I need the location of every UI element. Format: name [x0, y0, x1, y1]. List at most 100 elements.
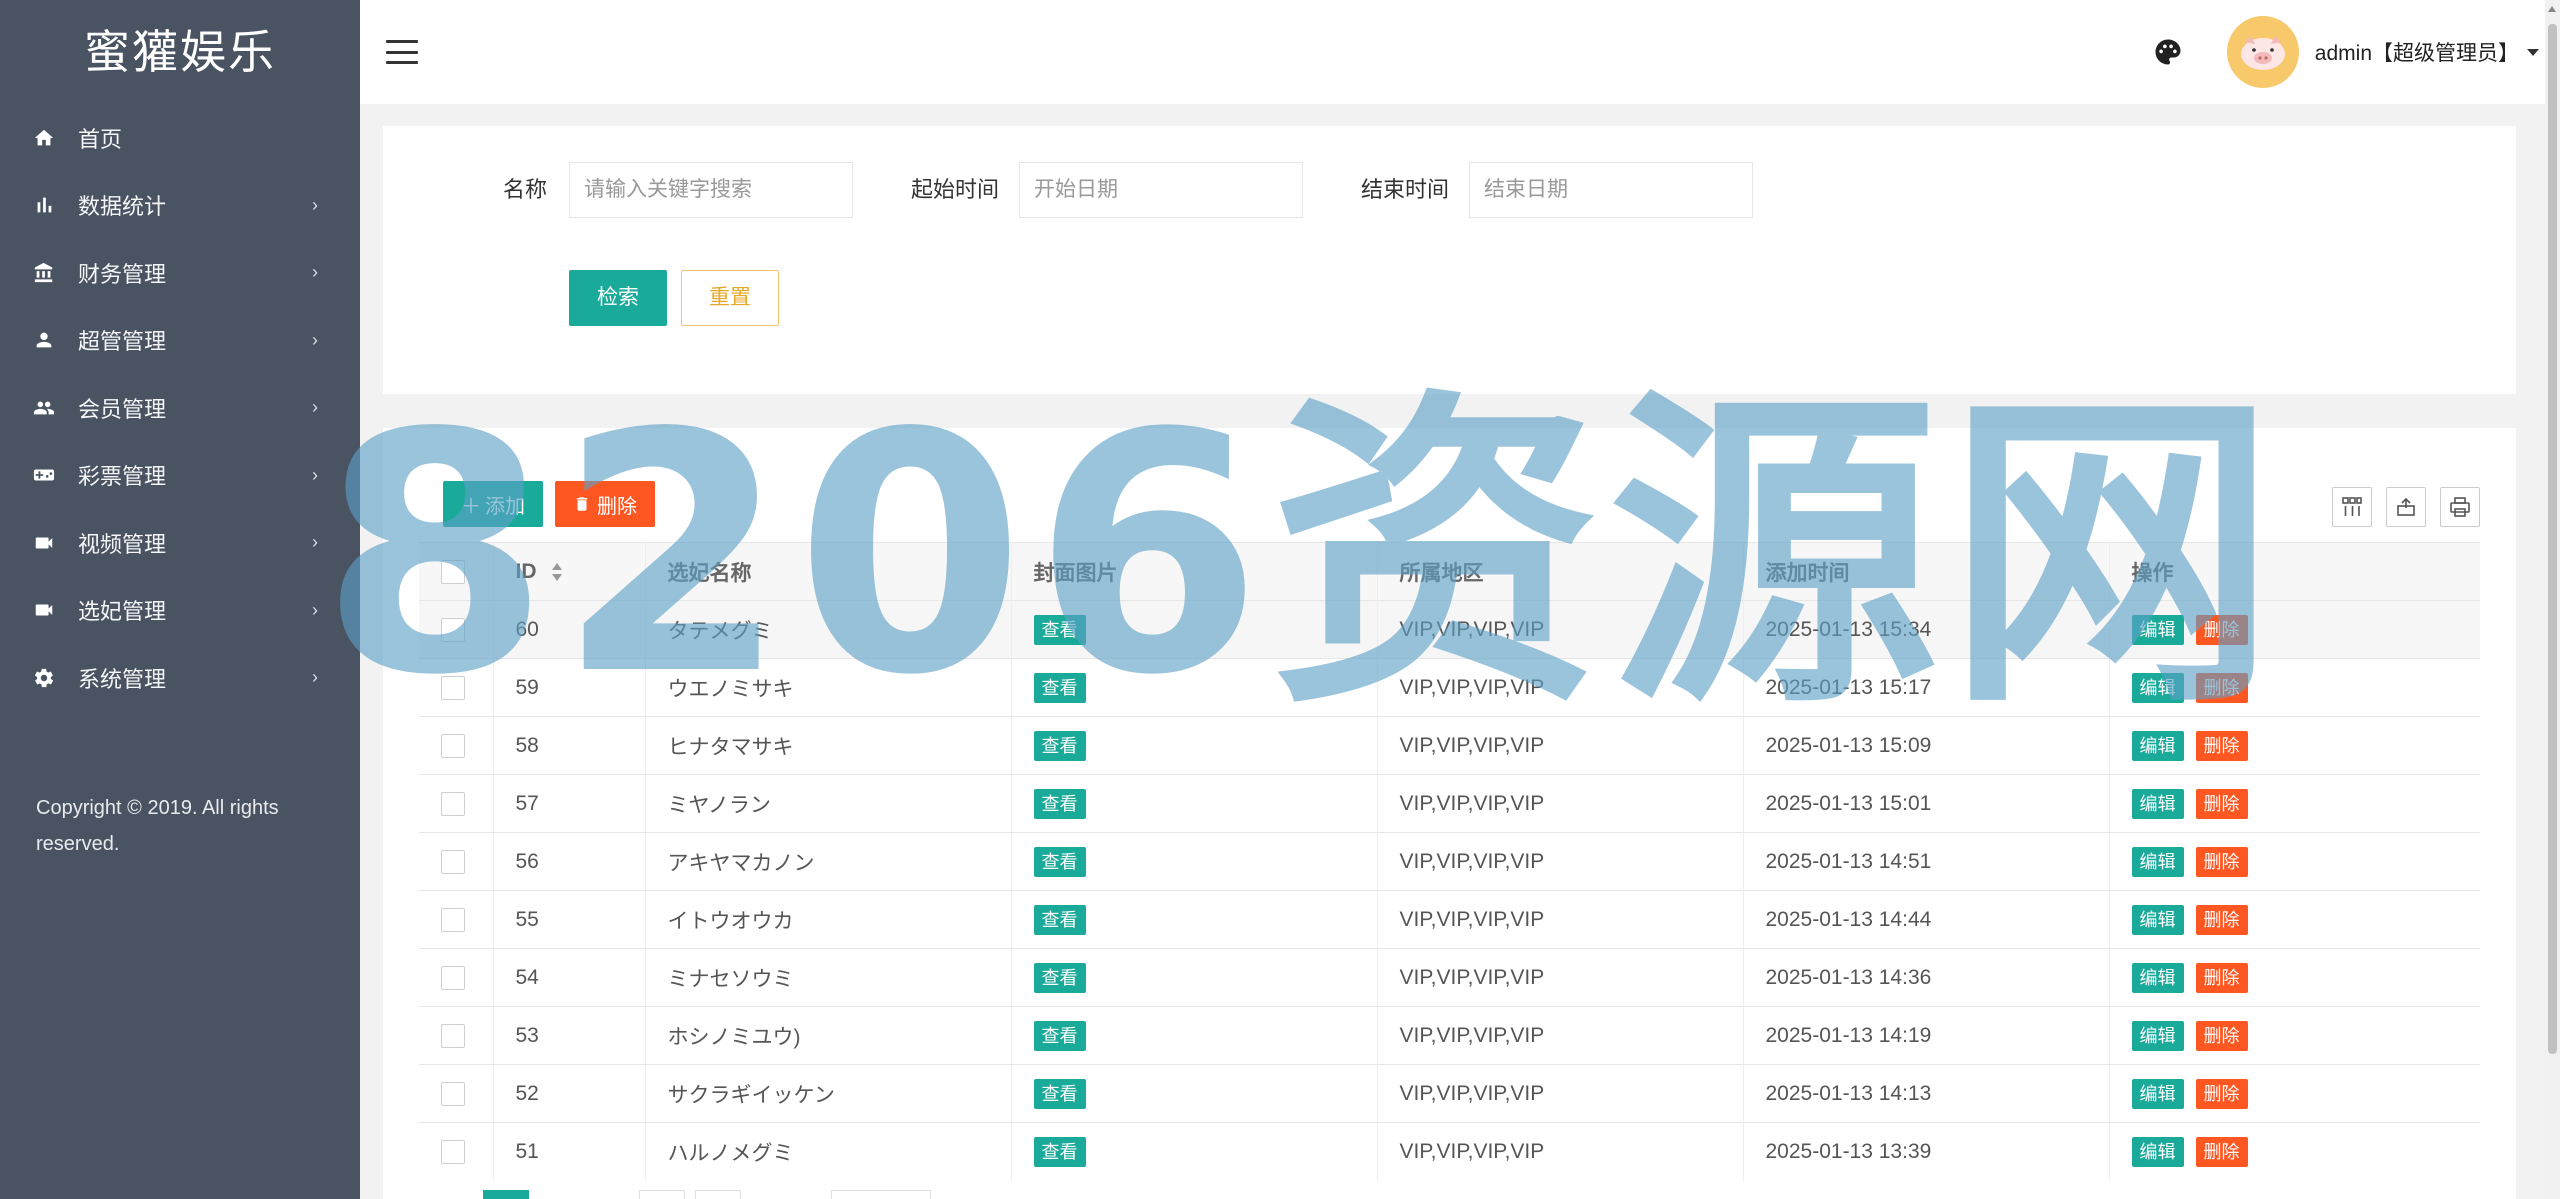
chevron-right-icon: › [312, 464, 318, 485]
view-cover-button[interactable]: 查看 [1033, 730, 1086, 761]
sidebar-item-label: 财务管理 [78, 261, 167, 287]
page-size-select[interactable] [831, 1190, 931, 1199]
edit-button[interactable]: 编辑 [2131, 962, 2184, 993]
edit-button[interactable]: 编辑 [2131, 1020, 2184, 1051]
name-search-input[interactable]: 请输入关键字搜索 [569, 162, 853, 218]
theme-palette-icon[interactable] [2153, 37, 2183, 67]
view-cover-button[interactable]: 查看 [1033, 672, 1086, 703]
delete-button[interactable]: 删除 [2195, 962, 2248, 993]
row-checkbox[interactable] [441, 1023, 465, 1048]
delete-button[interactable]: 删除 [2195, 788, 2248, 819]
delete-button[interactable]: 删除 [2195, 1078, 2248, 1109]
row-checkbox[interactable] [441, 1139, 465, 1164]
view-cover-button[interactable]: 查看 [1033, 904, 1086, 935]
sidebar-item-label: 首页 [78, 126, 123, 152]
sidebar-item-7[interactable]: 选妃管理 › [0, 577, 360, 645]
user-avatar[interactable] [2226, 16, 2299, 88]
col-header-id[interactable]: ID [493, 542, 646, 601]
view-cover-button[interactable]: 查看 [1033, 846, 1086, 877]
row-checkbox[interactable] [441, 965, 465, 990]
delete-button[interactable]: 删除 [2195, 730, 2248, 761]
video-icon [32, 598, 56, 622]
scroll-up-arrow-icon[interactable] [2548, 6, 2556, 12]
delete-button[interactable]: 删除 [2195, 846, 2248, 877]
table-row[interactable]: 53 ホシノミユウ) 查看 VIP,VIP,VIP,VIP 2025-01-13 14:… [419, 1006, 2480, 1065]
sidebar-item-6[interactable]: 视频管理 › [0, 509, 360, 577]
page-scrollbar[interactable] [2545, 0, 2560, 1199]
row-checkbox[interactable] [441, 907, 465, 932]
edit-button[interactable]: 编辑 [2131, 904, 2184, 935]
row-checkbox[interactable] [441, 617, 465, 642]
time-cell: 2025-01-13 14:44 [1743, 890, 2110, 949]
delete-button[interactable]: 删除 [2195, 614, 2248, 645]
sidebar-item-8[interactable]: 系统管理 › [0, 644, 360, 712]
edit-button[interactable]: 编辑 [2131, 788, 2184, 819]
table-row[interactable]: 54 ミナセソウミ 查看 VIP,VIP,VIP,VIP 2025-01-13 14:3… [419, 948, 2480, 1007]
delete-button[interactable]: 删除 [2195, 904, 2248, 935]
page-button[interactable] [639, 1190, 685, 1199]
reset-button[interactable]: 重置 [681, 270, 779, 326]
time-cell: 2025-01-13 14:13 [1743, 1064, 2110, 1123]
actions-cell: 编辑 删除 [2109, 1064, 2480, 1123]
sidebar-item-3[interactable]: 超管管理 › [0, 307, 360, 375]
table-row[interactable]: 51 ハルノメグミ 查看 VIP,VIP,VIP,VIP 2025-01-13 13:3… [419, 1122, 2480, 1181]
menu-toggle-icon[interactable] [386, 40, 418, 64]
edit-button[interactable]: 编辑 [2131, 614, 2184, 645]
select-all-checkbox[interactable] [441, 559, 465, 584]
header-right: admin【超级管理员】 [2153, 0, 2539, 104]
edit-button[interactable]: 编辑 [2131, 1136, 2184, 1167]
edit-button[interactable]: 编辑 [2131, 1078, 2184, 1109]
end-date-input[interactable]: 结束日期 [1469, 162, 1753, 218]
scroll-thumb[interactable] [2548, 24, 2557, 1054]
print-icon[interactable] [2440, 487, 2480, 527]
sidebar-item-4[interactable]: 会员管理 › [0, 374, 360, 442]
edit-button[interactable]: 编辑 [2131, 672, 2184, 703]
table-row[interactable]: 56 アキヤマカノン 查看 VIP,VIP,VIP,VIP 2025-01-13 14:… [419, 832, 2480, 891]
col-header-name: 选妃名称 [645, 542, 1012, 601]
region-cell: VIP,VIP,VIP,VIP [1377, 774, 1744, 833]
delete-button[interactable]: 删除 [2195, 1136, 2248, 1167]
row-select-cell [419, 832, 494, 891]
edit-button[interactable]: 编辑 [2131, 730, 2184, 761]
add-button[interactable]: ＋ 添加 [443, 481, 543, 527]
batch-delete-button[interactable]: 删除 [555, 481, 655, 527]
actions-cell: 编辑 删除 [2109, 774, 2480, 833]
row-checkbox[interactable] [441, 675, 465, 700]
row-checkbox[interactable] [441, 791, 465, 816]
columns-filter-icon[interactable] [2332, 487, 2372, 527]
sidebar-item-0[interactable]: 首页 [0, 104, 360, 172]
edit-button[interactable]: 编辑 [2131, 846, 2184, 877]
delete-button[interactable]: 删除 [2195, 672, 2248, 703]
row-checkbox[interactable] [441, 733, 465, 758]
row-checkbox[interactable] [441, 1081, 465, 1106]
actions-cell: 编辑 删除 [2109, 600, 2480, 659]
page-button[interactable] [483, 1190, 529, 1199]
page-button[interactable] [695, 1190, 741, 1199]
table-row[interactable]: 58 ヒナタマサキ 查看 VIP,VIP,VIP,VIP 2025-01-13 15:0… [419, 716, 2480, 775]
table-row[interactable]: 60 タテメグミ 查看 VIP,VIP,VIP,VIP 2025-01-13 15:34… [419, 600, 2480, 659]
user-menu[interactable]: admin【超级管理员】 [2315, 37, 2539, 67]
export-icon[interactable] [2386, 487, 2426, 527]
chevron-right-icon: › [312, 329, 318, 350]
table-row[interactable]: 59 ウエノミサキ 查看 VIP,VIP,VIP,VIP 2025-01-13 15:1… [419, 658, 2480, 717]
start-date-input[interactable]: 开始日期 [1019, 162, 1303, 218]
sidebar-item-2[interactable]: 财务管理 › [0, 239, 360, 307]
sidebar-item-5[interactable]: 彩票管理 › [0, 442, 360, 510]
table-row[interactable]: 52 サクラギイッケン 查看 VIP,VIP,VIP,VIP 2025-01-13 14… [419, 1064, 2480, 1123]
name-cell: ミナセソウミ [645, 948, 1012, 1007]
row-checkbox[interactable] [441, 849, 465, 874]
view-cover-button[interactable]: 查看 [1033, 614, 1086, 645]
view-cover-button[interactable]: 查看 [1033, 1078, 1086, 1109]
sidebar-item-1[interactable]: 数据统计 › [0, 172, 360, 240]
sort-icon[interactable] [550, 561, 564, 583]
view-cover-button[interactable]: 查看 [1033, 962, 1086, 993]
table-row[interactable]: 57 ミヤノラン 查看 VIP,VIP,VIP,VIP 2025-01-13 15:01… [419, 774, 2480, 833]
end-time-label: 结束时间 [1361, 177, 1450, 202]
search-button[interactable]: 检索 [569, 270, 667, 326]
view-cover-button[interactable]: 查看 [1033, 1136, 1086, 1167]
view-cover-button[interactable]: 查看 [1033, 788, 1086, 819]
app-logo[interactable]: 蜜獾娱乐 [0, 0, 360, 104]
view-cover-button[interactable]: 查看 [1033, 1020, 1086, 1051]
table-row[interactable]: 55 イトウオウカ 查看 VIP,VIP,VIP,VIP 2025-01-13 14:4… [419, 890, 2480, 949]
delete-button[interactable]: 删除 [2195, 1020, 2248, 1051]
